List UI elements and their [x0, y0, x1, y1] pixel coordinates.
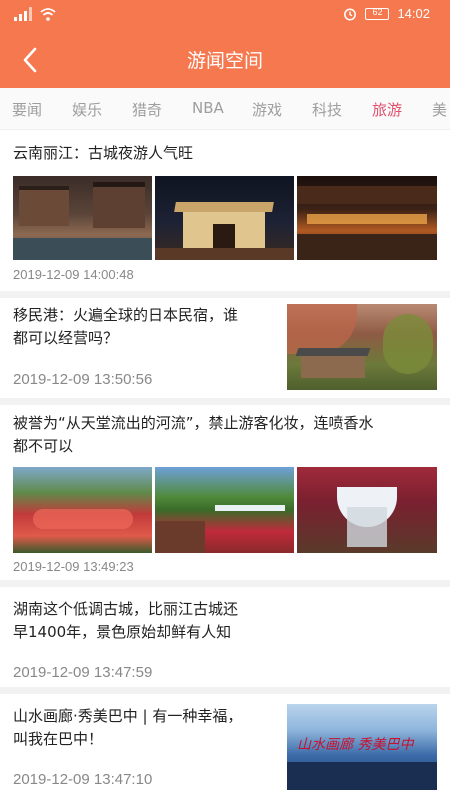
- tab-nba[interactable]: NBA: [192, 99, 224, 117]
- category-tabs: 要闻 娱乐 猎奇 NBA 游戏 科技 旅游 美: [0, 88, 450, 130]
- article-title-line: 早1400年，景色原始却鲜有人知: [13, 623, 232, 641]
- article-thumbnail: [297, 176, 437, 260]
- divider: [0, 398, 450, 405]
- article-title-line: 被誉为“从天堂流出的河流”，禁止游客化妆，连喷香水: [13, 414, 374, 432]
- article-title-line: 叫我在巴中！: [13, 730, 104, 748]
- article-thumbnail: [155, 176, 294, 260]
- tab-lvyou[interactable]: 旅游: [372, 99, 402, 120]
- article-timestamp: 2019-12-09 13:47:59: [13, 664, 153, 681]
- article-title-line: 湖南这个低调古城，比丽江古城还: [13, 600, 239, 618]
- divider: [0, 687, 450, 694]
- status-bar: 62 14:02: [0, 0, 450, 30]
- article-title-line: 都可以经营吗？: [13, 329, 119, 347]
- alarm-icon: [344, 8, 357, 20]
- tab-keji[interactable]: 科技: [312, 99, 342, 120]
- article-thumbnail: [297, 467, 437, 553]
- tab-yule[interactable]: 娱乐: [72, 99, 102, 120]
- article-timestamp: 2019-12-09 14:00:48: [13, 267, 134, 282]
- article-thumbnail: [13, 176, 152, 260]
- article-thumbnail: [287, 304, 437, 390]
- article-item[interactable]: 山水画廊·秀美巴中 | 有一种幸福， 叫我在巴中！ 2019-12-09 13:…: [0, 694, 450, 800]
- wifi-icon: [40, 7, 56, 21]
- article-item[interactable]: 云南丽江：古城夜游人气旺 2019-12-09 14:00:48: [0, 131, 450, 291]
- article-title-line: 都不可以: [13, 437, 74, 455]
- tab-youxi[interactable]: 游戏: [252, 99, 282, 120]
- article-title-line: 山水画廊·秀美巴中 | 有一种幸福，: [13, 707, 243, 725]
- article-timestamp: 2019-12-09 13:49:23: [13, 559, 134, 574]
- article-thumbnail: 山水画廊 秀美巴中: [287, 704, 437, 790]
- thumbnail-caption: 山水画廊 秀美巴中: [297, 737, 414, 753]
- signal-icon: [14, 7, 32, 21]
- article-title-line: 移民港：火遍全球的日本民宿，谁: [13, 306, 239, 324]
- page-title: 游闻空间: [186, 50, 263, 72]
- article-title: 云南丽江：古城夜游人气旺: [13, 144, 194, 162]
- divider: [0, 291, 450, 298]
- article-timestamp: 2019-12-09 13:50:56: [13, 371, 153, 388]
- battery-icon: 62: [365, 6, 390, 20]
- tab-yaowen[interactable]: 要闻: [12, 99, 42, 120]
- app-bar: 游闻空间: [0, 30, 450, 88]
- tab-mei[interactable]: 美: [432, 99, 447, 120]
- battery-level: 62: [372, 6, 383, 17]
- article-item[interactable]: 湖南这个低调古城，比丽江古城还 早1400年，景色原始却鲜有人知 2019-12…: [0, 587, 450, 687]
- divider: [0, 580, 450, 587]
- article-timestamp: 2019-12-09 13:47:10: [13, 771, 153, 788]
- article-item[interactable]: 被誉为“从天堂流出的河流”，禁止游客化妆，连喷香水 都不可以 2019-12-0…: [0, 405, 450, 580]
- tab-lieqi[interactable]: 猎奇: [132, 99, 162, 120]
- article-thumbnail: [13, 467, 152, 553]
- clock: 14:02: [397, 6, 430, 21]
- article-item[interactable]: 移民港：火遍全球的日本民宿，谁 都可以经营吗？ 2019-12-09 13:50…: [0, 298, 450, 398]
- article-thumbnail: [155, 467, 294, 553]
